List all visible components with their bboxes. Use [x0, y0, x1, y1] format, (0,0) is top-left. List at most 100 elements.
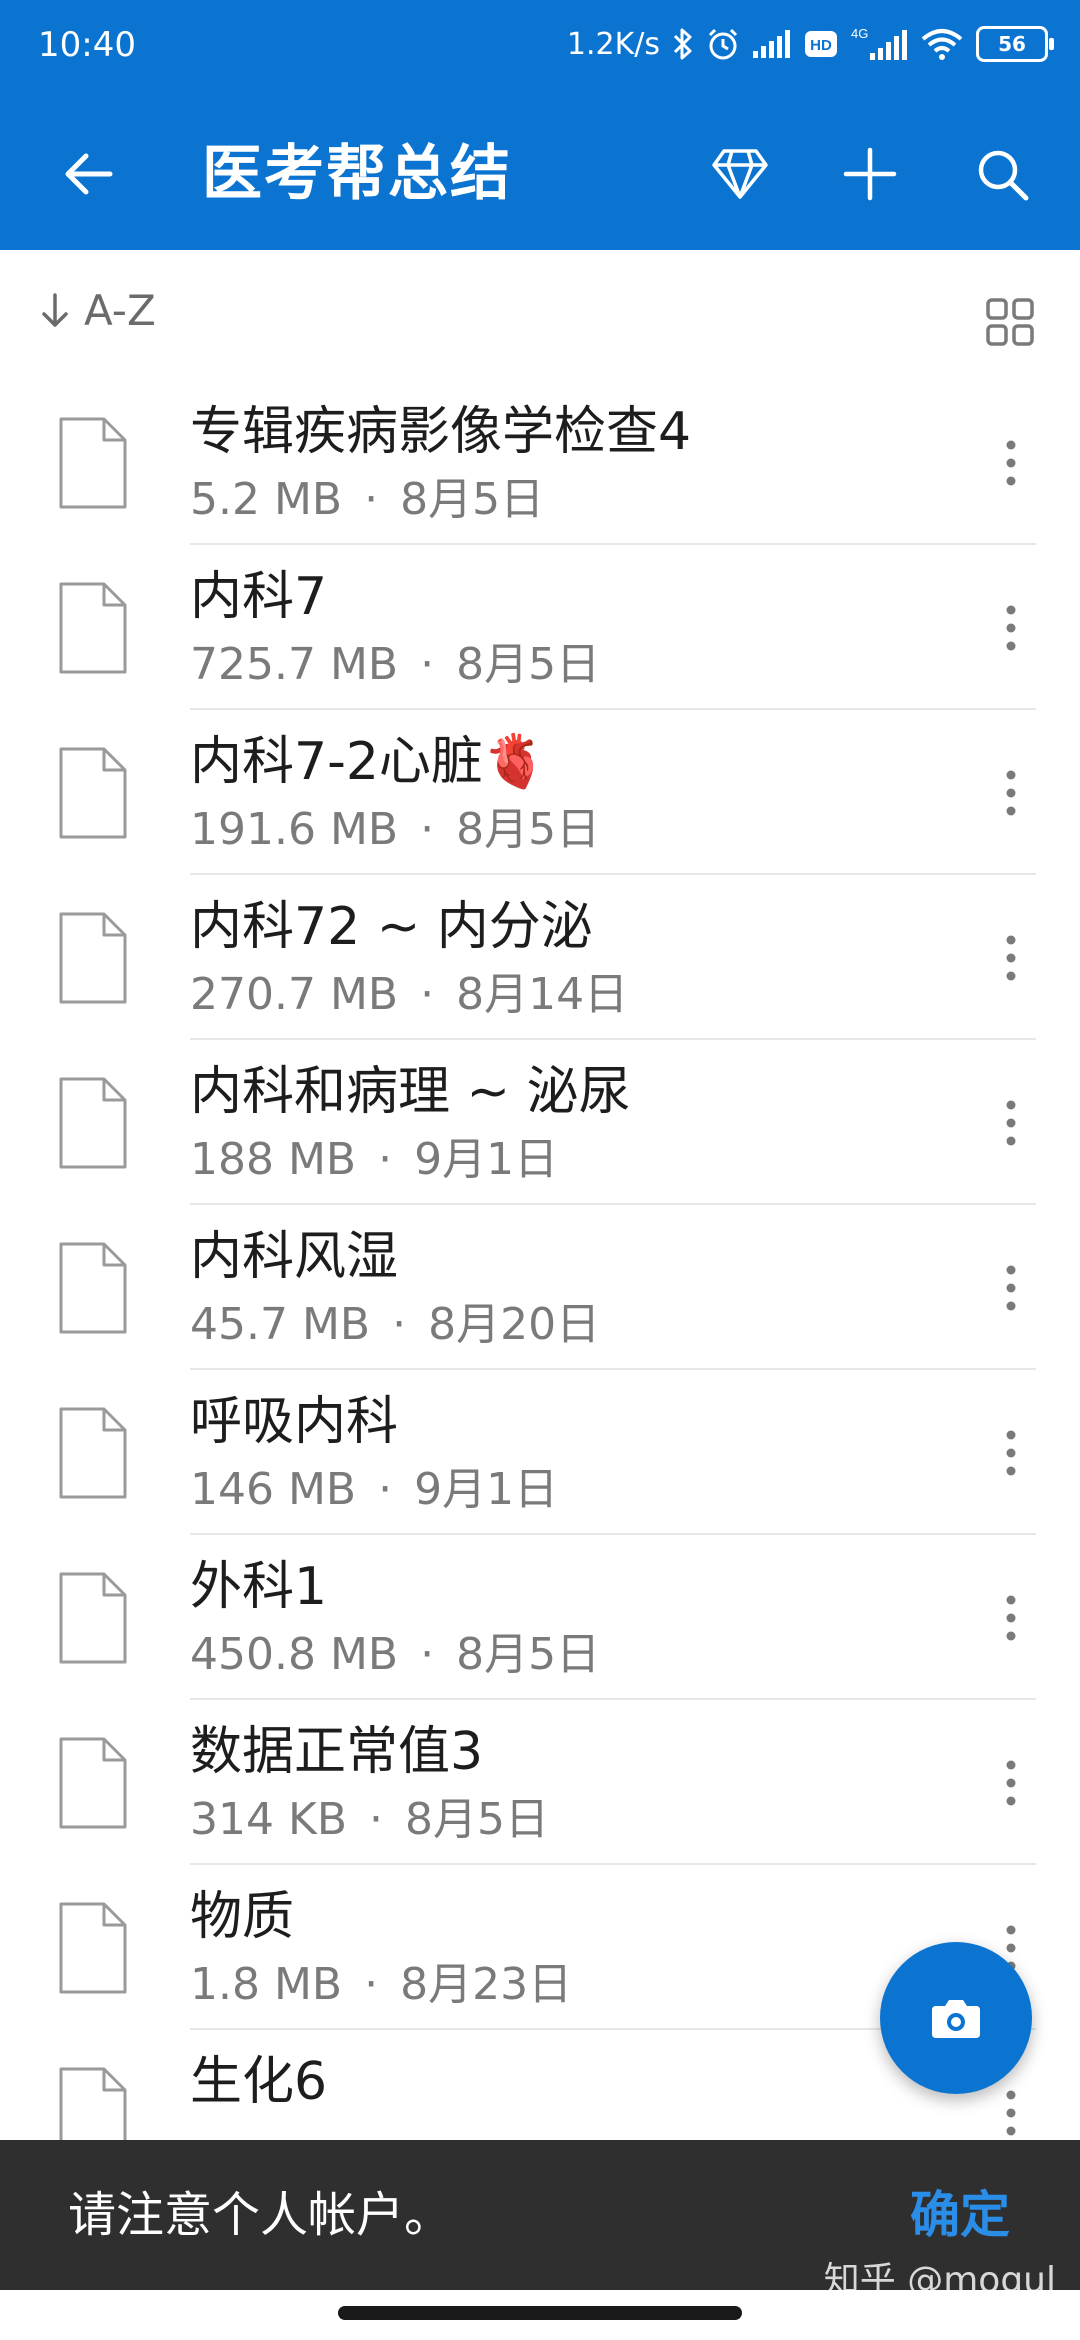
file-size: 314 KB	[190, 1794, 348, 1845]
view-toggle-button[interactable]	[974, 286, 1046, 358]
battery-level: 56	[998, 32, 1026, 56]
signal-icon	[752, 29, 792, 59]
wifi-icon	[920, 27, 964, 61]
back-button[interactable]	[48, 134, 128, 214]
more-vert-icon	[1006, 1760, 1016, 1806]
arrow-down-icon	[42, 292, 68, 327]
plus-icon	[843, 147, 897, 201]
file-row[interactable]: 呼吸内科 146 MB · 9月1日	[0, 1370, 1080, 1535]
file-meta: 270.7 MB · 8月14日	[190, 967, 628, 1023]
search-icon	[978, 150, 1029, 201]
gesture-nav-handle[interactable]	[338, 2306, 742, 2320]
more-options-button[interactable]	[976, 1583, 1046, 1653]
file-size: 725.7 MB	[190, 639, 399, 690]
file-name: 呼吸内科	[190, 1392, 399, 1452]
more-options-button[interactable]	[976, 1088, 1046, 1158]
file-row[interactable]: 内科风湿 45.7 MB · 8月20日	[0, 1205, 1080, 1370]
file-size: 5.2 MB	[190, 474, 343, 525]
file-name: 内科7	[190, 567, 328, 627]
file-size: 188 MB	[190, 1134, 357, 1185]
file-row[interactable]: 内科7-2心脏🫀 191.6 MB · 8月5日	[0, 710, 1080, 875]
meta-separator: ·	[364, 1959, 379, 2010]
file-meta: 314 KB · 8月5日	[190, 1792, 549, 1848]
file-date: 8月20日	[428, 1299, 601, 1350]
more-options-button[interactable]	[976, 593, 1046, 663]
file-icon	[59, 1407, 127, 1499]
premium-button[interactable]	[700, 134, 780, 214]
file-date: 8月23日	[400, 1959, 573, 2010]
file-meta: 191.6 MB · 8月5日	[190, 802, 600, 858]
meta-separator: ·	[392, 1299, 407, 1350]
file-date: 8月5日	[400, 474, 545, 525]
file-name: 内科风湿	[190, 1227, 399, 1287]
file-date: 9月1日	[414, 1134, 559, 1185]
diamond-icon	[712, 149, 768, 199]
file-date: 8月5日	[456, 804, 601, 855]
more-vert-icon	[1006, 1100, 1016, 1146]
file-meta: 146 MB · 9月1日	[190, 1462, 558, 1518]
file-meta: 450.8 MB · 8月5日	[190, 1627, 600, 1683]
file-size: 191.6 MB	[190, 804, 399, 855]
file-name: 内科72 ~ 内分泌	[190, 897, 593, 957]
file-row[interactable]: 外科1 450.8 MB · 8月5日	[0, 1535, 1080, 1700]
file-row[interactable]: 内科和病理 ~ 泌尿 188 MB · 9月1日	[0, 1040, 1080, 1205]
file-row[interactable]: 内科7 725.7 MB · 8月5日	[0, 545, 1080, 710]
file-icon	[59, 747, 127, 839]
bluetooth-icon	[672, 27, 694, 61]
camera-icon	[932, 2000, 980, 2038]
alarm-icon	[706, 27, 740, 61]
more-vert-icon	[1006, 1595, 1016, 1641]
file-meta: 45.7 MB · 8月20日	[190, 1297, 600, 1353]
meta-separator: ·	[364, 474, 379, 525]
file-row[interactable]: 数据正常值3 314 KB · 8月5日	[0, 1700, 1080, 1865]
more-options-button[interactable]	[976, 1253, 1046, 1323]
file-icon	[59, 417, 127, 509]
camera-fab[interactable]	[880, 1942, 1032, 2094]
meta-separator: ·	[420, 1629, 435, 1680]
file-size: 146 MB	[190, 1464, 357, 1515]
file-row[interactable]: 专辑疾病影像学检查4 5.2 MB · 8月5日	[0, 380, 1080, 545]
more-vert-icon	[1006, 2090, 1016, 2136]
file-meta: 5.2 MB · 8月5日	[190, 472, 544, 528]
hd-icon: HD	[804, 30, 838, 58]
more-options-button[interactable]	[976, 1418, 1046, 1488]
meta-separator: ·	[369, 1794, 384, 1845]
status-bar: 10:40 1.2K/s HD 4G 56	[0, 0, 1080, 90]
file-date: 8月5日	[405, 1794, 550, 1845]
more-vert-icon	[1006, 1265, 1016, 1311]
top-bar: 10:40 1.2K/s HD 4G 56 医考帮总结	[0, 0, 1080, 250]
file-size: 45.7 MB	[190, 1299, 371, 1350]
more-vert-icon	[1006, 605, 1016, 651]
more-options-button[interactable]	[976, 428, 1046, 498]
file-name: 内科和病理 ~ 泌尿	[190, 1062, 631, 1122]
file-size: 1.8 MB	[190, 1959, 343, 2010]
file-row[interactable]: 内科72 ~ 内分泌 270.7 MB · 8月14日	[0, 875, 1080, 1040]
file-name: 物质	[190, 1887, 295, 1947]
add-button[interactable]	[830, 134, 910, 214]
more-options-button[interactable]	[976, 758, 1046, 828]
sort-button[interactable]: A-Z	[40, 286, 156, 335]
file-name: 内科7-2心脏🫀	[190, 732, 548, 792]
file-icon	[59, 1242, 127, 1334]
file-icon	[59, 1902, 127, 1994]
more-options-button[interactable]	[976, 923, 1046, 993]
file-meta: 725.7 MB · 8月5日	[190, 637, 600, 693]
more-vert-icon	[1006, 1430, 1016, 1476]
search-button[interactable]	[962, 134, 1042, 214]
file-icon	[59, 1572, 127, 1664]
meta-separator: ·	[420, 969, 435, 1020]
file-icon	[59, 912, 127, 1004]
file-icon	[59, 2067, 127, 2140]
hd-badge-text: HD	[810, 37, 832, 54]
snackbar-confirm-button[interactable]: 确定	[910, 2182, 1010, 2248]
battery-icon: 56	[976, 26, 1054, 62]
file-date: 8月5日	[456, 1629, 601, 1680]
file-date: 8月5日	[456, 639, 601, 690]
file-list: 专辑疾病影像学检查4 5.2 MB · 8月5日 内科7 725.7 MB · 8月5日 内科7…	[0, 380, 1080, 2140]
network-type-text: 4G	[851, 26, 868, 41]
sort-label: A-Z	[84, 286, 156, 335]
more-options-button[interactable]	[976, 1748, 1046, 1818]
file-icon	[59, 1737, 127, 1829]
file-name: 专辑疾病影像学检查4	[190, 402, 692, 462]
sort-bar: A-Z	[0, 250, 1080, 380]
